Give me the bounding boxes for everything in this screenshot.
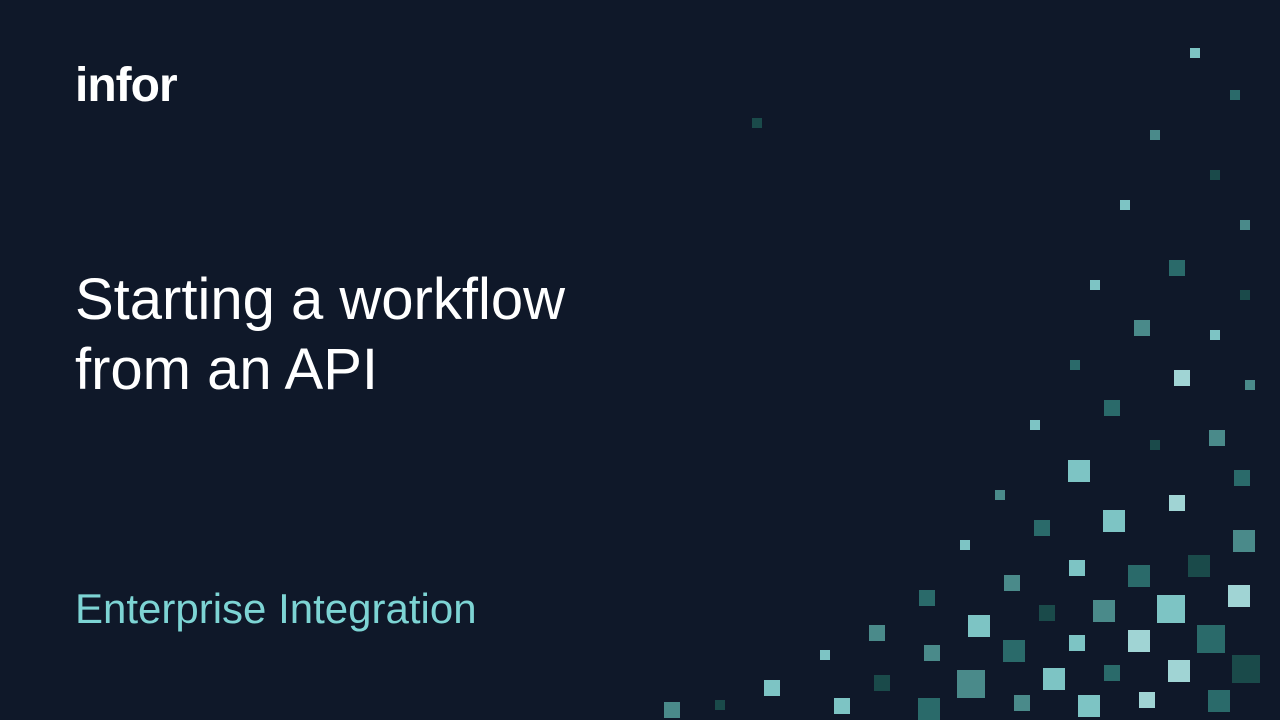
brand-logo: infor: [75, 62, 177, 110]
decorative-pattern: [780, 0, 1280, 720]
page-subtitle: Enterprise Integration: [75, 585, 477, 633]
page-title: Starting a workflow from an API: [75, 265, 565, 404]
